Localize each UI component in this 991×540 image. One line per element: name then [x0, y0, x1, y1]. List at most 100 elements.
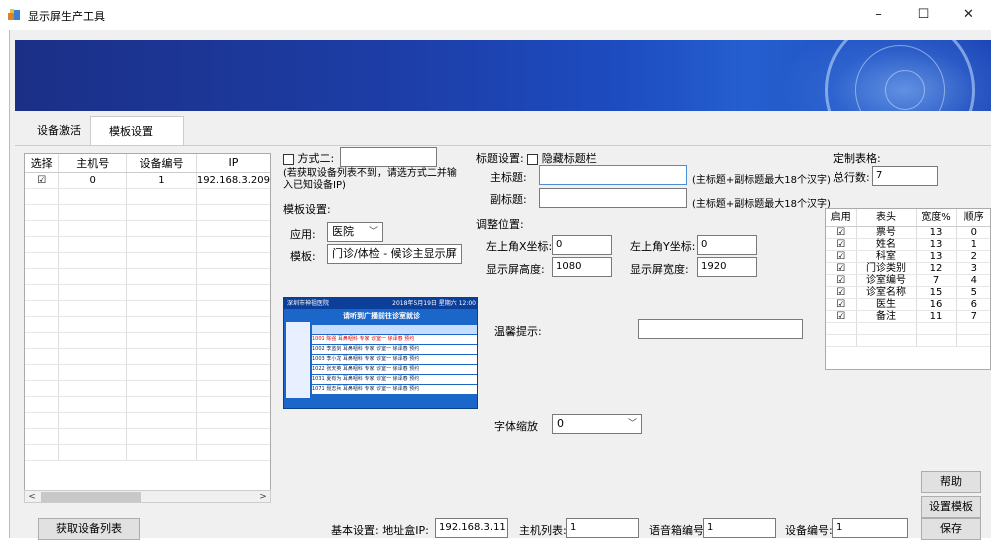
screen-width-input[interactable]: 1920	[697, 257, 757, 277]
column-order: 3	[956, 262, 990, 275]
table-row[interactable]: ☑ 医生 16 6	[826, 298, 990, 311]
col-header-order[interactable]: 顺序	[956, 209, 990, 227]
tip-input[interactable]	[638, 319, 803, 339]
x-coord-label: 左上角X坐标:	[486, 240, 553, 253]
help-button[interactable]: 帮助	[921, 471, 981, 493]
maximize-button[interactable]: ☐	[901, 0, 946, 30]
device-number-label: 设备编号:	[785, 524, 833, 537]
scroll-thumb[interactable]	[41, 492, 141, 502]
column-name: 门诊类别	[856, 262, 917, 275]
column-header-host[interactable]: 主机号	[58, 154, 128, 173]
preview-header-row	[312, 325, 477, 334]
main-title-input[interactable]	[539, 165, 687, 185]
column-order: 5	[956, 286, 990, 299]
grid-horizontal-scrollbar[interactable]: < >	[24, 490, 271, 503]
table-row[interactable]: ☑ 备注 11 7	[826, 310, 990, 323]
column-header-select[interactable]: 选择	[25, 154, 60, 173]
column-settings-grid[interactable]: 启用 表头 宽度% 顺序 ☑ 票号 13 0 ☑ 姓名 13 1 ☑ 科室 13 2 ☑ 门诊类别 12 3 ☑…	[825, 208, 991, 370]
column-settings-header: 启用 表头 宽度% 顺序	[826, 209, 990, 227]
row-ip: 192.168.3.209	[196, 172, 270, 189]
scroll-left-icon[interactable]: <	[25, 491, 39, 503]
enable-checkbox[interactable]: ☑	[826, 250, 857, 263]
preview-row: 1031 夏有为 耳鼻咽科 专家 诊室一 徐泽春 预约	[312, 375, 477, 384]
enable-checkbox[interactable]: ☑	[826, 238, 857, 251]
sub-title-input[interactable]	[539, 188, 687, 208]
app-icon	[8, 9, 20, 20]
table-row[interactable]: ☑ 诊室名称 15 5	[826, 286, 990, 299]
basic-settings-label: 基本设置: 地址盒IP:	[331, 524, 429, 537]
enable-checkbox[interactable]: ☑	[826, 274, 857, 287]
font-scale-select[interactable]: 0 ﹀	[552, 414, 642, 434]
host-list-input[interactable]: 1	[566, 518, 639, 538]
y-coord-label: 左上角Y坐标:	[630, 240, 696, 253]
close-button[interactable]: ✕	[946, 0, 991, 30]
table-row[interactable]: ☑ 科室 13 2	[826, 250, 990, 263]
column-name: 科室	[856, 250, 917, 263]
template-section-label: 模板设置:	[283, 203, 331, 216]
enable-checkbox[interactable]: ☑	[826, 286, 857, 299]
total-rows-label: 总行数:	[833, 171, 870, 184]
audio-box-label: 语音箱编号:	[649, 524, 708, 537]
get-device-list-button[interactable]: 获取设备列表	[38, 518, 140, 540]
minimize-button[interactable]: –	[856, 0, 901, 30]
tab-template-settings[interactable]: 模板设置	[90, 116, 184, 146]
enable-checkbox[interactable]: ☑	[826, 298, 857, 311]
address-box-ip-input[interactable]: 192.168.3.11	[435, 518, 508, 538]
preview-datetime: 2018年5月19日 星期六 12:00	[392, 300, 476, 307]
x-coord-input[interactable]: 0	[552, 235, 612, 255]
host-list-label: 主机列表:	[519, 524, 567, 537]
method2-option[interactable]: 方式二:	[283, 150, 334, 166]
enable-checkbox[interactable]: ☑	[826, 262, 857, 275]
column-header-ip[interactable]: IP	[196, 154, 270, 173]
column-width: 11	[916, 310, 957, 323]
enable-checkbox[interactable]: ☑	[826, 310, 857, 323]
table-row[interactable]: ☑ 门诊类别 12 3	[826, 262, 990, 275]
column-order: 2	[956, 250, 990, 263]
screen-height-label: 显示屏高度:	[486, 263, 545, 276]
table-row[interactable]: ☑ 诊室编号 7 4	[826, 274, 990, 287]
column-header-device[interactable]: 设备编号	[126, 154, 197, 173]
tab-device-activation[interactable]: 设备激活	[27, 116, 91, 146]
template-preview: 深圳市神祖医院 2018年5月19日 星期六 12:00 请听到广播前往诊室就诊 …	[283, 297, 478, 409]
column-name: 诊室编号	[856, 274, 917, 287]
application-select[interactable]: 医院 ﹀	[327, 222, 383, 242]
audio-box-input[interactable]: 1	[703, 518, 776, 538]
chevron-down-icon: ﹀	[368, 227, 378, 237]
row-checkbox[interactable]: ☑	[25, 172, 60, 189]
custom-table-label: 定制表格:	[833, 152, 881, 165]
set-template-button[interactable]: 设置模板	[921, 496, 981, 518]
preview-row: 1071 聂志兵 耳鼻咽科 专家 诊室一 徐泽春 预约	[312, 385, 477, 394]
grid-header-row: 选择 主机号 设备编号 IP	[25, 154, 270, 173]
table-row[interactable]: ☑ 票号 13 0	[826, 226, 990, 239]
column-name: 备注	[856, 310, 917, 323]
screen-height-input[interactable]: 1080	[552, 257, 612, 277]
method2-checkbox[interactable]	[283, 153, 294, 165]
window-title: 显示屏生产工具	[28, 10, 105, 23]
col-header-name[interactable]: 表头	[856, 209, 917, 227]
device-number-input[interactable]: 1	[832, 518, 908, 538]
table-row[interactable]: ☑ 姓名 13 1	[826, 238, 990, 251]
col-header-width[interactable]: 宽度%	[916, 209, 957, 227]
table-row[interactable]: ☑ 0 1 192.168.3.209	[25, 172, 270, 189]
title-settings-row: 标题设置: 隐藏标题栏	[476, 150, 597, 166]
enable-checkbox[interactable]: ☑	[826, 226, 857, 239]
template-select[interactable]: 门诊/体检 - 候诊主显示屏 ﹀	[327, 244, 462, 264]
hide-title-checkbox[interactable]	[527, 153, 539, 165]
hide-title-label: 隐藏标题栏	[541, 152, 597, 165]
preview-row: 1001 陈强 耳鼻咽科 专家 诊室一 徐泽春 预约	[312, 335, 477, 344]
col-header-enable[interactable]: 启用	[826, 209, 857, 227]
column-order: 0	[956, 226, 990, 239]
scroll-right-icon[interactable]: >	[256, 491, 270, 503]
main-title-hint: (主标题+副标题最大18个汉字)	[692, 175, 831, 186]
chevron-down-icon: ﹀	[627, 419, 637, 429]
save-button[interactable]: 保存	[921, 518, 981, 540]
y-coord-input[interactable]: 0	[697, 235, 757, 255]
device-list-grid[interactable]: 选择 主机号 设备编号 IP ☑ 0 1 192.168.3.209	[24, 153, 271, 502]
title-settings-label: 标题设置:	[476, 152, 524, 165]
method2-ip-input[interactable]	[340, 147, 437, 167]
column-width: 15	[916, 286, 957, 299]
row-device: 1	[126, 172, 197, 189]
total-rows-input[interactable]: 7	[872, 166, 938, 186]
method2-label: 方式二:	[297, 152, 335, 165]
preview-heading: 请听到广播前往诊室就诊	[343, 312, 420, 320]
